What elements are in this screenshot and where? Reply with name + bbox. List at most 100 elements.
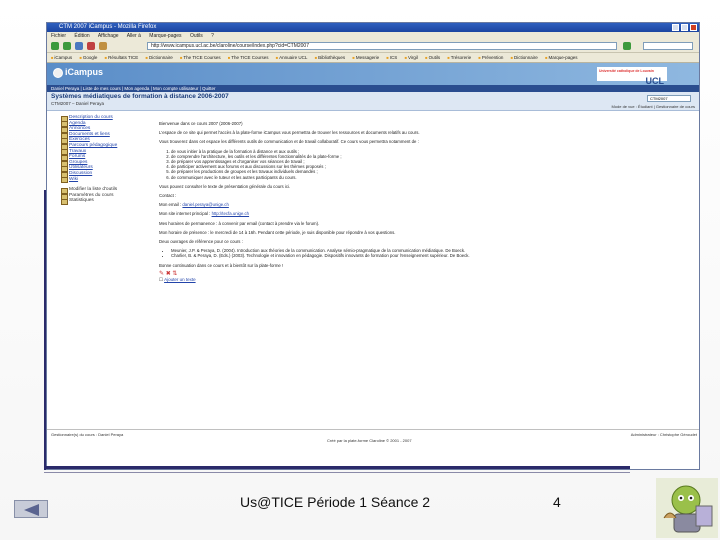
- closing-text: Bonne continuation dans ce cours et à bi…: [159, 262, 284, 268]
- email-link[interactable]: daniel.peraya@unige.ch: [182, 202, 228, 207]
- footer-managers[interactable]: Gestionnaire(s) du cours : Daniel Peraya: [51, 432, 123, 437]
- welcome-text: Bienvenue dans ce cours 2007 (2006-2007): [159, 121, 243, 126]
- menu-item-view[interactable]: Affichage: [98, 33, 119, 39]
- back-icon[interactable]: [51, 42, 59, 50]
- stop-icon[interactable]: [87, 42, 95, 50]
- course-title: Systèmes médiatiques de formation à dist…: [51, 93, 229, 100]
- bookmark-item[interactable]: Virgil: [405, 55, 418, 60]
- course-title-bar: Systèmes médiatiques de formation à dist…: [47, 92, 699, 111]
- sidebar-item-label: Exercices: [69, 137, 90, 143]
- sidebar-item-label: Paramètres du cours: [69, 192, 114, 198]
- bookmark-item[interactable]: iCampus: [51, 55, 72, 60]
- page-footer: Gestionnaire(s) du cours : Daniel Peraya…: [47, 429, 699, 444]
- presentation-link[interactable]: Vous pouvez consulter le texte de présen…: [159, 184, 689, 189]
- forward-icon[interactable]: [63, 42, 71, 50]
- list-item: de communiquer avec le tuteur et les aut…: [171, 175, 689, 180]
- list-item: Charlier, B. & Peraya, D. (Eds.) (2003).…: [171, 253, 689, 258]
- sidebar-item-label: Description du cours: [69, 115, 113, 120]
- site-label: Mon site internet principal :: [159, 211, 211, 217]
- course-select[interactable]: CTM2007: [647, 95, 691, 102]
- objectives-list: de vous initier à la pratique de la form…: [159, 149, 689, 180]
- site-line: Mon site internet principal : http://tec…: [159, 211, 689, 216]
- bookmark-item[interactable]: Marque-pages: [545, 55, 577, 60]
- add-icon: ☐: [159, 277, 163, 283]
- ucl-logo-text: UCL: [645, 76, 665, 86]
- menu-item-help[interactable]: ?: [211, 33, 214, 39]
- minimize-button[interactable]: [672, 24, 679, 31]
- intro-text: L'espace de ce site qui permet l'accès à…: [159, 130, 420, 136]
- footer-admin[interactable]: Administrateur : Christophe Géroudet: [631, 432, 697, 437]
- sidebar-item-wiki[interactable]: Wiki: [61, 176, 149, 184]
- bookmark-item[interactable]: ICS: [386, 55, 397, 60]
- view-mode-links[interactable]: Mode de vue : Étudiant | Gestionnaire de…: [611, 104, 695, 109]
- delete-icon[interactable]: ✖: [166, 271, 171, 277]
- sidebar-item-label: Statistiques: [69, 198, 94, 204]
- menu-item-file[interactable]: Fichier: [51, 33, 66, 39]
- bookmark-item[interactable]: Bibliothèques: [315, 55, 345, 60]
- bookmark-item[interactable]: The TICE Courses: [180, 55, 221, 60]
- wiki-icon: [61, 177, 68, 184]
- menu-item-bookmarks[interactable]: Marque-pages: [149, 33, 181, 39]
- course-intro-text: Bienvenue dans ce cours 2007 (2006-2007)…: [159, 121, 689, 282]
- window-title: CTM 2007 iCampus - Mozilla Firefox: [59, 24, 157, 30]
- left-arrow-icon: [24, 504, 39, 516]
- menu-item-go[interactable]: Aller à: [127, 33, 141, 39]
- site-link[interactable]: http://tecfa.unige.ch: [212, 211, 250, 216]
- window-titlebar: CTM 2007 iCampus - Mozilla Firefox: [47, 23, 699, 32]
- add-text-label: Ajouter un texte: [164, 277, 196, 283]
- footer-powered-by[interactable]: Créé par la plate-forme Claroline © 2001…: [327, 438, 412, 443]
- url-input[interactable]: http://www.icampus.ucl.ac.be/claroline/c…: [147, 42, 617, 50]
- bookmark-item[interactable]: Dictionnaire: [146, 55, 173, 60]
- sidebar-item-label: Travaux: [69, 148, 87, 154]
- email-label: Mon email :: [159, 202, 182, 208]
- menu-item-tools[interactable]: Outils: [190, 33, 203, 39]
- sidebar-item-label: Forums: [69, 154, 86, 160]
- ucl-logo[interactable]: Université catholique de Louvain UCL: [597, 67, 667, 86]
- add-text-button[interactable]: ☐ Ajouter un texte: [159, 277, 689, 282]
- bookmark-item[interactable]: Messagerie: [352, 55, 379, 60]
- slide-frame-left-line: [44, 190, 46, 470]
- course-subtitle: CTM2007 – Daniel Peraya: [51, 101, 105, 106]
- mascot-icon: [656, 478, 718, 538]
- sidebar-item-label: Wiki: [69, 176, 79, 182]
- icampus-logo[interactable]: iCampus: [53, 67, 103, 78]
- sidebar-item-label: Utilisateurs: [69, 165, 93, 171]
- browser-window: CTM 2007 iCampus - Mozilla Firefox Fichi…: [46, 22, 700, 470]
- sidebar-item-label: Groupes: [69, 159, 88, 165]
- session-text: Mon horaire de présence : le mercredi de…: [159, 229, 396, 235]
- sidebar-item-label: Parcours pédagogique: [69, 142, 118, 148]
- contact-label: Contact :: [159, 193, 177, 199]
- sidebar-item-label: Annonces: [69, 126, 91, 132]
- bookmark-item[interactable]: Google: [79, 55, 97, 60]
- sidebar-admin-statistics[interactable]: Statistiques: [61, 198, 149, 206]
- bookmark-item[interactable]: Prévention: [478, 55, 503, 60]
- menu-item-edit[interactable]: Édition: [74, 33, 89, 39]
- user-nav-bar[interactable]: Daniel Peraya | Liste de mes cours | Mon…: [47, 85, 699, 92]
- references-list: Meunier, J.P. & Peraya, D. (2004). Intro…: [159, 248, 689, 258]
- sidebar-item-label: Agenda: [69, 120, 86, 126]
- sidebar-item-label: Modifier la liste d'outils: [69, 187, 118, 193]
- search-input[interactable]: [643, 42, 693, 50]
- go-icon[interactable]: [623, 42, 631, 50]
- chart-icon: [61, 199, 68, 206]
- bookmark-item[interactable]: Outils: [425, 55, 440, 60]
- bookmark-item[interactable]: Dictionnaire: [511, 55, 538, 60]
- home-icon[interactable]: [99, 42, 107, 50]
- edit-icon[interactable]: ✎: [159, 271, 164, 277]
- slide-frame-bottom-thin-line: [44, 472, 630, 473]
- bookmark-item[interactable]: Résultats TICE: [105, 55, 139, 60]
- reload-icon[interactable]: [75, 42, 83, 50]
- references-intro: Deux ouvrages de référence pour ce cours…: [159, 239, 243, 245]
- navigation-toolbar: http://www.icampus.ucl.ac.be/claroline/c…: [47, 40, 699, 53]
- bookmark-item[interactable]: Trésorerie: [447, 55, 471, 60]
- slide-page-number: 4: [553, 494, 561, 510]
- sidebar-item-label: Discussion: [69, 170, 93, 176]
- close-button[interactable]: [690, 24, 697, 31]
- move-icon[interactable]: ⇅: [172, 271, 177, 277]
- icampus-header: iCampus Université catholique de Louvain…: [47, 63, 699, 86]
- previous-slide-button[interactable]: [14, 500, 48, 518]
- bookmark-item[interactable]: Annuaire UCL: [276, 55, 308, 60]
- bookmark-item[interactable]: The TICE Courses: [228, 55, 269, 60]
- icampus-logo-text: iCampus: [65, 67, 104, 77]
- maximize-button[interactable]: [681, 24, 688, 31]
